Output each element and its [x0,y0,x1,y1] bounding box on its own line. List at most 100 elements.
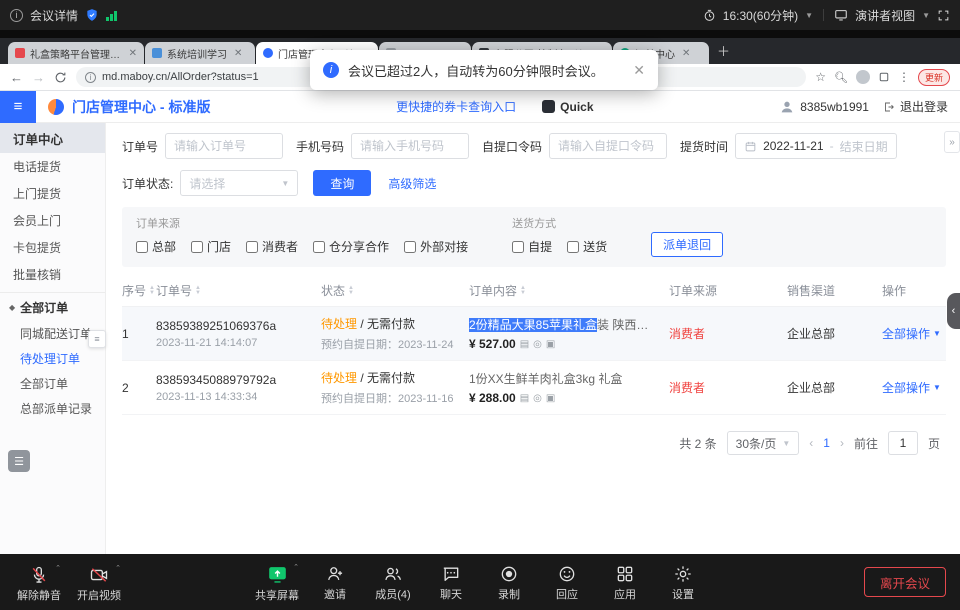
meeting-timer[interactable]: 16:30(60分钟) [723,7,798,24]
reload-icon[interactable] [54,71,67,84]
new-tab-button[interactable]: ＋ [717,41,730,60]
goto-label: 前往 [854,435,878,452]
meeting-sidebar-tool-button[interactable]: ☰ [8,450,30,472]
pickup-code-input[interactable] [549,133,667,159]
sort-icon[interactable]: ▲▼ [195,286,201,296]
tab-close-icon[interactable]: ✕ [234,48,242,59]
sort-icon[interactable]: ▲▼ [520,286,526,296]
row-actions-dropdown[interactable]: 全部操作▼ [882,325,946,342]
network-signal-icon [106,10,117,21]
qr-icon[interactable]: ▤ [520,339,529,350]
start-video-button[interactable]: ⌃ 开启视频 [72,562,126,603]
row-actions-dropdown[interactable]: 全部操作▼ [882,379,946,396]
order-time: 2023-11-21 14:14:07 [156,337,321,349]
chat-button[interactable]: 聊天 [424,561,478,603]
right-panel-collapse-handle[interactable]: ‹ [947,293,960,329]
extensions-icon[interactable] [878,71,890,83]
sort-icon[interactable]: ▲▼ [348,286,354,296]
sidebar-item-hq-dispatch-log[interactable]: 总部派单记录 [0,396,105,421]
checkbox-source-warehouse-coop[interactable]: 仓分享合作 [313,238,389,255]
prev-page-button[interactable]: ‹ [809,436,813,450]
checkbox-source-store[interactable]: 门店 [191,238,231,255]
user-account[interactable]: 8385wb1991 [779,99,869,115]
sidebar-item-batch-verify[interactable]: 批量核销 [0,261,105,288]
checkbox-source-hq[interactable]: 总部 [136,238,176,255]
sidebar-item-member-visit[interactable]: 会员上门 [0,207,105,234]
members-button[interactable]: 成员(4) [366,561,420,603]
share-caret-icon[interactable]: ⌃ [293,563,299,571]
sidebar-group-all-orders[interactable]: ◆ 全部订单 [0,292,105,321]
sidebar-item-door-pickup[interactable]: 上门提货 [0,180,105,207]
sidebar-item-phone-pickup[interactable]: 电话提货 [0,153,105,180]
current-page[interactable]: 1 [823,436,830,450]
pickup-date: 预约自提日期：2023-11-24 [321,336,469,352]
table-row[interactable]: 1 83859389251069376a 2023-11-21 14:14:07… [122,307,946,361]
start-date-value[interactable]: 2022-11-21 [763,139,824,153]
browser-tab-1[interactable]: 礼盒策略平台管理中心 ✕ [8,42,144,64]
service-icon[interactable]: ◎ [533,339,542,350]
security-shield-icon[interactable] [85,8,99,22]
sort-icon[interactable]: ▲▼ [149,286,155,296]
toast-close-icon[interactable]: ✕ [633,62,645,79]
note-icon[interactable]: ▣ [546,393,555,404]
checkbox-source-external[interactable]: 外部对接 [404,238,468,255]
search-button[interactable]: 查询 [313,170,371,196]
next-page-button[interactable]: › [840,436,844,450]
back-icon[interactable]: ← [10,71,23,84]
apps-button[interactable]: 应用 [598,561,652,603]
logout-button[interactable]: 退出登录 [883,98,948,115]
dispatch-return-button[interactable]: 派单退回 [651,232,723,257]
collapse-filters-handle[interactable]: » [944,131,960,153]
meeting-details-label[interactable]: 会议详情 [30,7,78,24]
site-info-icon[interactable]: i [85,72,96,83]
share-screen-button[interactable]: ⌃ 共享屏幕 [250,561,304,603]
leave-meeting-button[interactable]: 离开会议 [864,567,946,597]
unmute-button[interactable]: ⌃ 解除静音 [12,562,66,603]
bookmark-star-icon[interactable]: ☆ [815,70,826,84]
timer-caret-icon[interactable]: ▼ [805,11,813,20]
order-no-input[interactable] [165,133,283,159]
forward-icon[interactable]: → [32,71,45,84]
goto-page-input[interactable] [888,431,918,455]
date-range-picker[interactable]: 2022-11-21 - 结束日期 [735,133,897,159]
browser-profile-avatar[interactable] [856,70,870,84]
tab-close-icon[interactable]: ✕ [682,48,690,59]
search-icon[interactable]: 🔍︎ [834,71,848,84]
qr-icon[interactable]: ▤ [520,393,529,404]
sidebar-item-card-pickup[interactable]: 卡包提货 [0,234,105,261]
browser-tab-2[interactable]: 系统培训学习 ✕ [145,42,255,64]
order-status-select[interactable]: 请选择 ▼ [180,170,298,196]
checkbox-delivery-pickup[interactable]: 自提 [512,238,552,255]
meeting-info-icon[interactable]: i [10,9,23,22]
advanced-filter-link[interactable]: 高级筛选 [388,175,436,192]
mic-device-caret-icon[interactable]: ⌃ [55,564,61,572]
order-source-tag: 消费者 [669,327,705,341]
table-row[interactable]: 2 83859345088979792a 2023-11-13 14:33:34… [122,361,946,415]
checkbox-delivery-ship[interactable]: 送货 [567,238,607,255]
record-button[interactable]: 录制 [482,561,536,603]
sidebar-expand-toggle[interactable]: ≡ [88,330,106,348]
checkbox-source-consumer[interactable]: 消费者 [246,238,298,255]
browser-update-button[interactable]: 更新 [918,69,950,86]
sidebar-item-all-orders[interactable]: 全部订单 [0,371,105,396]
view-mode-caret-icon[interactable]: ▼ [922,11,930,20]
note-icon[interactable]: ▣ [546,339,555,350]
order-source-label: 订单来源 [136,215,468,231]
reactions-button[interactable]: 回应 [540,561,594,603]
tab-close-icon[interactable]: ✕ [129,48,137,59]
view-mode-label[interactable]: 演讲者视图 [855,7,915,24]
phone-input[interactable] [351,133,469,159]
page-size-select[interactable]: 30条/页 ▼ [727,431,800,455]
end-date-placeholder[interactable]: 结束日期 [840,138,888,155]
coupon-query-link[interactable]: 更快捷的券卡查询入口 [396,98,516,115]
quick-entry[interactable]: Quick [542,100,593,114]
app-menu-button[interactable]: ≡ [0,91,36,123]
fullscreen-icon[interactable] [937,9,950,22]
settings-button[interactable]: 设置 [656,561,710,603]
camera-device-caret-icon[interactable]: ⌃ [115,564,121,572]
sidebar-item-pending-orders[interactable]: 待处理订单 [0,346,105,371]
service-icon[interactable]: ◎ [533,393,542,404]
invite-button[interactable]: 邀请 [308,561,362,603]
browser-menu-icon[interactable]: ⋮ [898,70,910,84]
record-icon [499,564,519,584]
